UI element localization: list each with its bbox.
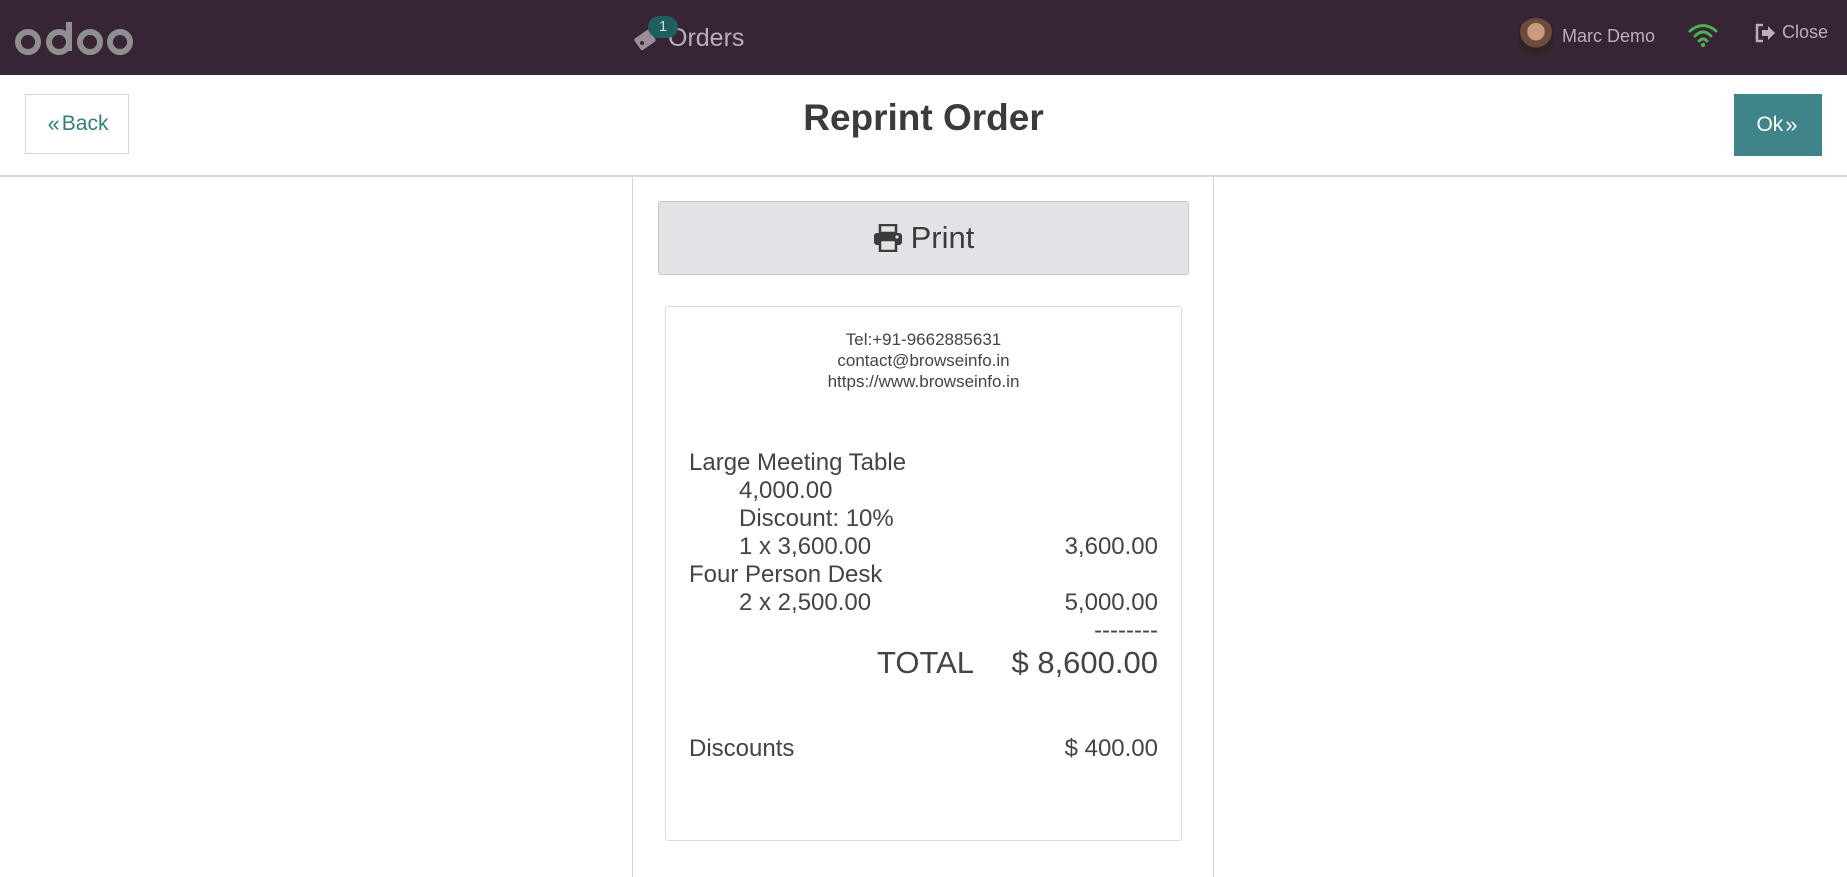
odoo-logo [14,18,134,63]
receipt-total-value: $ 8,600.00 [1011,645,1158,680]
receipt-line-unit-price: 4,000.00 [739,477,833,504]
receipt-line-product: Four Person Desk [689,561,883,588]
orders-count-badge: 1 [648,16,678,38]
orders-ticket-button[interactable]: 1 Orders [632,16,745,56]
wifi-icon[interactable] [1688,22,1718,53]
printer-icon [873,224,902,252]
print-button[interactable]: Print [658,201,1189,275]
top-navbar: 1 Orders Marc Demo Close [0,0,1847,75]
page-title: Reprint Order [803,97,1044,138]
close-label: Close [1782,22,1829,42]
receipt-website: https://www.browseinfo.in [827,372,1020,391]
orders-label: Orders [668,23,745,52]
receipt-line-qty-price: 1 x 3,600.00 [739,533,872,560]
receipt-phone: Tel:+91-9662885631 [845,330,1002,349]
user-menu[interactable]: Marc Demo [1518,18,1655,54]
double-chevron-right-icon: » [1785,112,1798,137]
receipt-total-label: TOTAL [877,645,975,680]
receipt-separator: -------- [1094,617,1158,644]
ticket-icon: 1 [632,16,678,55]
print-label: Print [910,220,975,255]
receipt-line-discount: Discount: 10% [739,505,894,532]
receipt-line-subtotal: 5,000.00 [1064,589,1158,616]
close-button[interactable]: Close [1754,22,1828,43]
screen-control-bar: « Back Reprint Order Ok » [0,75,1847,177]
receipt-ticket: Tel:+91-9662885631 contact@browseinfo.in… [665,306,1182,841]
receipt-discounts-label: Discounts [689,735,795,762]
avatar [1518,18,1554,54]
receipt-line-subtotal: 3,600.00 [1064,533,1158,560]
ok-label: Ok [1756,113,1784,136]
receipt-email: contact@browseinfo.in [837,351,1010,370]
receipt-line-qty-price: 2 x 2,500.00 [739,589,872,616]
ok-button[interactable]: Ok » [1734,94,1822,156]
receipt-line-product: Large Meeting Table [689,449,907,476]
receipt-discounts-value: $ 400.00 [1064,735,1158,762]
sign-out-icon [1755,23,1775,42]
user-name: Marc Demo [1562,25,1656,46]
